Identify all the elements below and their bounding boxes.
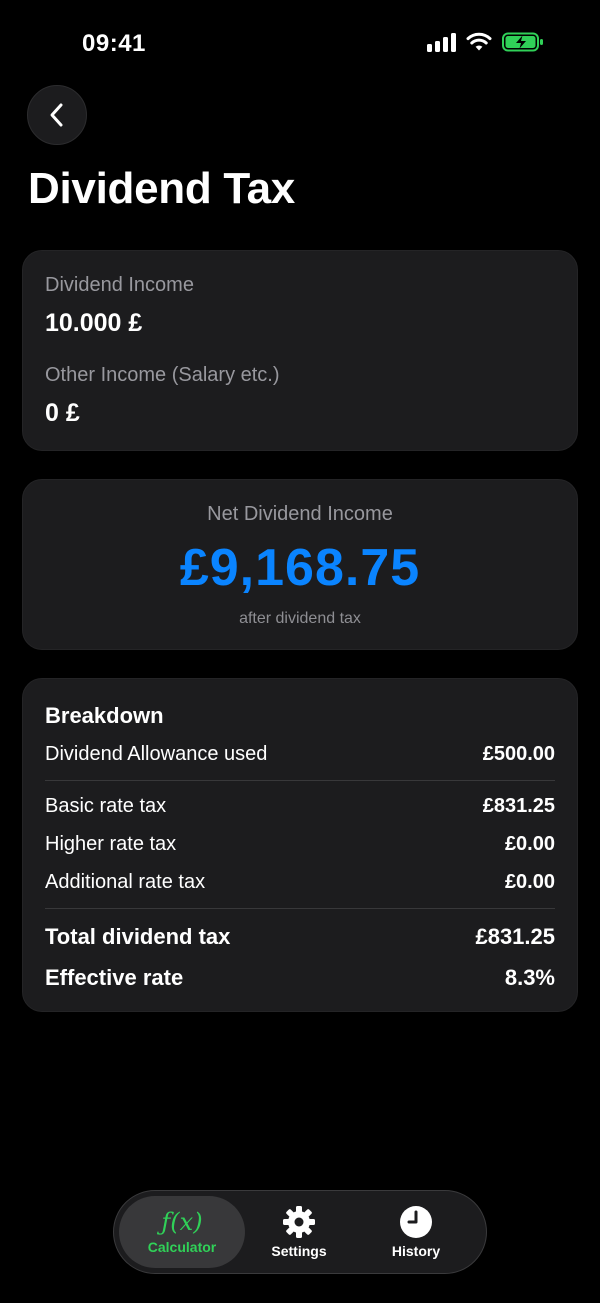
breakdown-row-value: £831.25 xyxy=(482,795,555,817)
total-tax-label: Total dividend tax xyxy=(45,924,231,949)
tab-history[interactable]: History xyxy=(353,1196,479,1268)
tab-bar: ƒ(x) Calculator Settings History xyxy=(113,1190,487,1274)
page-title: Dividend Tax xyxy=(28,164,295,213)
breakdown-row-label: Higher rate tax xyxy=(45,833,177,855)
wifi-icon xyxy=(466,32,492,51)
battery-charging-icon xyxy=(502,32,543,52)
breakdown-row-value: £0.00 xyxy=(504,871,555,893)
income-inputs-card: Dividend Income 10.000 £ Other Income (S… xyxy=(22,250,578,451)
tab-settings-label: Settings xyxy=(271,1243,327,1259)
status-time: 09:41 xyxy=(82,30,146,57)
effective-rate-row: Effective rate 8.3% xyxy=(45,965,555,991)
tab-settings[interactable]: Settings xyxy=(236,1196,362,1268)
breakdown-card: Breakdown Dividend Allowance used £500.0… xyxy=(22,678,578,1012)
other-income-field[interactable]: 0 £ xyxy=(45,399,80,428)
divider xyxy=(45,908,555,909)
clock-icon xyxy=(400,1206,432,1238)
net-income-label: Net Dividend Income xyxy=(207,503,393,525)
divider xyxy=(45,780,555,781)
breakdown-row-value: £500.00 xyxy=(482,743,555,765)
breakdown-row: Higher rate tax £0.00 xyxy=(45,833,555,856)
back-button[interactable] xyxy=(27,85,87,145)
chevron-left-icon xyxy=(50,103,63,127)
breakdown-row: Additional rate tax £0.00 xyxy=(45,871,555,894)
status-icons xyxy=(427,32,544,52)
total-tax-row: Total dividend tax £831.25 xyxy=(45,924,555,950)
breakdown-heading: Breakdown xyxy=(45,703,164,728)
cellular-signal-icon xyxy=(427,32,456,52)
breakdown-row-label: Dividend Allowance used xyxy=(45,743,268,765)
breakdown-row: Dividend Allowance used £500.00 xyxy=(45,743,555,766)
tab-calculator[interactable]: ƒ(x) Calculator xyxy=(119,1196,245,1268)
other-income-label: Other Income (Salary etc.) xyxy=(45,364,280,386)
breakdown-row: Basic rate tax £831.25 xyxy=(45,795,555,818)
tab-calculator-label: Calculator xyxy=(147,1239,217,1255)
total-tax-value: £831.25 xyxy=(475,924,555,949)
breakdown-row-value: £0.00 xyxy=(504,833,555,855)
breakdown-row-label: Additional rate tax xyxy=(45,871,206,893)
effective-rate-value: 8.3% xyxy=(504,965,555,990)
net-income-subtitle: after dividend tax xyxy=(239,610,361,627)
net-income-card: Net Dividend Income £9,168.75 after divi… xyxy=(22,479,578,650)
effective-rate-label: Effective rate xyxy=(45,965,184,990)
dividend-income-label: Dividend Income xyxy=(45,274,194,296)
status-bar: 09:41 xyxy=(0,0,600,80)
tab-history-label: History xyxy=(391,1243,441,1259)
breakdown-row-label: Basic rate tax xyxy=(45,795,167,817)
dividend-income-field[interactable]: 10.000 £ xyxy=(45,309,142,338)
gear-icon xyxy=(283,1206,315,1238)
function-icon: ƒ(x) xyxy=(161,1208,203,1236)
net-income-value: £9,168.75 xyxy=(179,539,421,597)
